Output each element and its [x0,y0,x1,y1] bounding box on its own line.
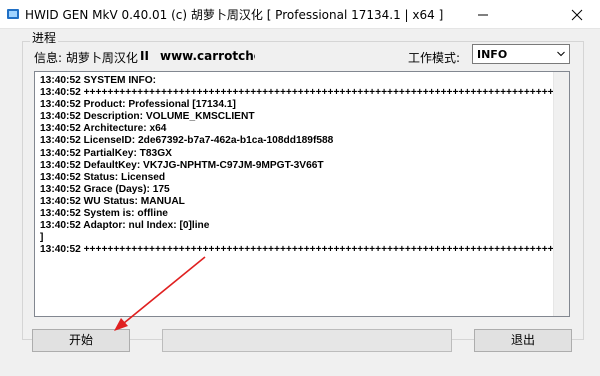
mode-select-value: INFO [477,48,508,61]
log-line: 13:40:52 Grace (Days): 175 [40,183,170,195]
log-line: 13:40:52 Status: Licensed [40,171,166,183]
mode-label: 工作模式: [408,51,461,65]
minimize-button[interactable] [460,0,506,28]
start-button[interactable]: 开始 [32,329,130,352]
title-bar: HWID GEN MkV 0.40.01 (c) 胡萝卜周汉化 [ Profes… [0,0,600,29]
log-lines: 13:40:52 SYSTEM INFO: 13:40:52 ++++++++++… [40,75,553,256]
log-line: ] [40,232,44,244]
log-output[interactable]: 13:40:52 SYSTEM INFO: 13:40:52 ++++++++++… [34,71,570,317]
log-line: 13:40:52 Adaptor: nul Index: [0]line [40,220,210,232]
close-button[interactable] [554,0,600,28]
log-line: 13:40:52 WU Status: MANUAL [40,195,185,207]
process-group-title: 进程 [30,29,59,46]
hwid-app-icon [7,9,19,19]
progress-bar [162,329,452,352]
exit-button[interactable]: 退出 [474,329,572,352]
info-label: 信息: 胡萝卜周汉化 [34,51,138,65]
log-line: 13:40:52 Description: VOLUME_KMSCLIENT [40,111,255,123]
log-line: 13:40:52 Architecture: x64 [40,123,167,135]
log-line: 13:40:52 +++++++++++++++++++++++++++++++… [40,244,553,256]
log-line: 13:40:52 PartialKey: T83GX [40,147,172,159]
info-url[interactable]: www.carrotchou.blog [160,49,255,63]
close-icon [571,9,583,21]
mode-select[interactable]: INFO [472,44,570,64]
client-area: 进程 信息: 胡萝卜周汉化 II www.carrotchou.blog 工作模… [0,29,600,376]
log-scrollbar[interactable] [553,72,569,316]
info-separator: II [140,49,149,63]
chevron-down-icon [557,51,565,57]
log-line: 13:40:52 System is: offline [40,208,168,220]
log-line: 13:40:52 +++++++++++++++++++++++++++++++… [40,87,553,99]
log-line: 13:40:52 SYSTEM INFO: [40,75,157,86]
log-line: 13:40:52 DefaultKey: VK7JG-NPHTM-C97JM-9… [40,159,324,171]
log-line: 13:40:52 Product: Professional [17134.1] [40,99,236,111]
minimize-icon [478,14,488,16]
window-title: HWID GEN MkV 0.40.01 (c) 胡萝卜周汉化 [ Profes… [25,8,444,22]
log-line: 13:40:52 LicenseID: 2de67392-b7a7-462a-b… [40,135,334,147]
